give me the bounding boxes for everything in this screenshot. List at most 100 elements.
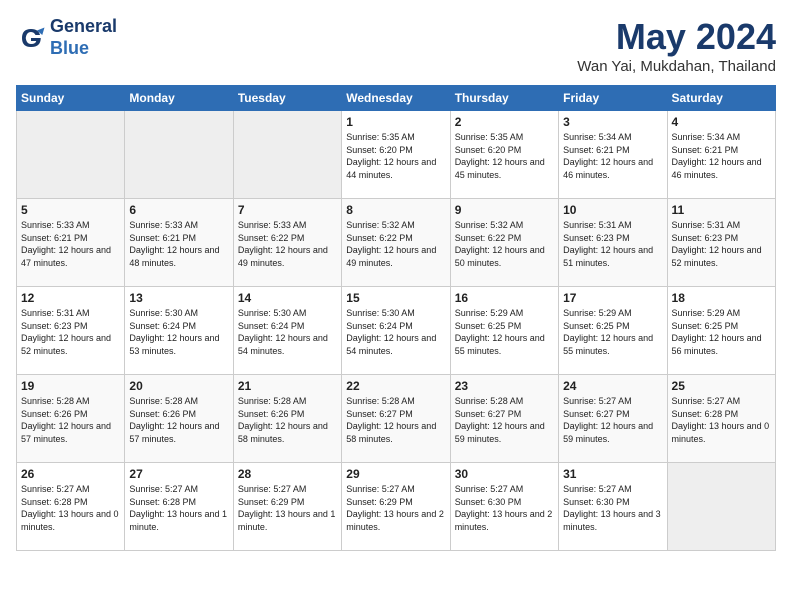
calendar-cell: 26 Sunrise: 5:27 AMSunset: 6:28 PMDayligh… (17, 463, 125, 551)
header-tuesday: Tuesday (233, 86, 341, 111)
cell-details: Sunrise: 5:28 AMSunset: 6:27 PMDaylight:… (346, 395, 445, 445)
cell-details: Sunrise: 5:35 AMSunset: 6:20 PMDaylight:… (346, 131, 445, 181)
cell-details: Sunrise: 5:33 AMSunset: 6:21 PMDaylight:… (21, 219, 120, 269)
calendar-cell (667, 463, 775, 551)
calendar-cell: 24 Sunrise: 5:27 AMSunset: 6:27 PMDayligh… (559, 375, 667, 463)
day-number: 27 (129, 467, 228, 481)
day-number: 2 (455, 115, 554, 129)
logo-line1: General (50, 16, 117, 38)
week-row-1: 5Sunrise: 5:33 AMSunset: 6:21 PMDaylight… (17, 199, 776, 287)
logo-icon (16, 23, 46, 53)
day-number: 18 (672, 291, 771, 305)
day-number: 7 (238, 203, 337, 217)
calendar-cell: 29 Sunrise: 5:27 AMSunset: 6:29 PMDayligh… (342, 463, 450, 551)
cell-details: Sunrise: 5:27 AMSunset: 6:29 PMDaylight:… (238, 483, 337, 533)
calendar-cell: 7 Sunrise: 5:33 AMSunset: 6:22 PMDaylight… (233, 199, 341, 287)
cell-details: Sunrise: 5:27 AMSunset: 6:29 PMDaylight:… (346, 483, 445, 533)
cell-details: Sunrise: 5:31 AMSunset: 6:23 PMDaylight:… (21, 307, 120, 357)
day-number: 21 (238, 379, 337, 393)
day-number: 8 (346, 203, 445, 217)
calendar-cell (17, 111, 125, 199)
day-number: 20 (129, 379, 228, 393)
calendar-cell: 9 Sunrise: 5:32 AMSunset: 6:22 PMDaylight… (450, 199, 558, 287)
title-block: May 2024 Wan Yai, Mukdahan, Thailand (577, 16, 776, 75)
calendar-cell (125, 111, 233, 199)
cell-details: Sunrise: 5:27 AMSunset: 6:27 PMDaylight:… (563, 395, 662, 445)
month-title: May 2024 (577, 16, 776, 58)
day-number: 26 (21, 467, 120, 481)
cell-details: Sunrise: 5:29 AMSunset: 6:25 PMDaylight:… (672, 307, 771, 357)
calendar-cell: 21 Sunrise: 5:28 AMSunset: 6:26 PMDayligh… (233, 375, 341, 463)
day-number: 25 (672, 379, 771, 393)
cell-details: Sunrise: 5:30 AMSunset: 6:24 PMDaylight:… (346, 307, 445, 357)
calendar-cell: 5Sunrise: 5:33 AMSunset: 6:21 PMDaylight… (17, 199, 125, 287)
cell-details: Sunrise: 5:27 AMSunset: 6:28 PMDaylight:… (21, 483, 120, 533)
calendar-header-row: SundayMondayTuesdayWednesdayThursdayFrid… (17, 86, 776, 111)
day-number: 9 (455, 203, 554, 217)
cell-details: Sunrise: 5:30 AMSunset: 6:24 PMDaylight:… (129, 307, 228, 357)
calendar-cell: 16 Sunrise: 5:29 AMSunset: 6:25 PMDayligh… (450, 287, 558, 375)
calendar-cell: 31Sunrise: 5:27 AMSunset: 6:30 PMDayligh… (559, 463, 667, 551)
calendar-cell: 13Sunrise: 5:30 AMSunset: 6:24 PMDayligh… (125, 287, 233, 375)
cell-details: Sunrise: 5:28 AMSunset: 6:26 PMDaylight:… (238, 395, 337, 445)
calendar-cell: 14 Sunrise: 5:30 AMSunset: 6:24 PMDayligh… (233, 287, 341, 375)
calendar-cell: 30Sunrise: 5:27 AMSunset: 6:30 PMDayligh… (450, 463, 558, 551)
day-number: 24 (563, 379, 662, 393)
logo-line2: Blue (50, 38, 117, 60)
week-row-3: 19 Sunrise: 5:28 AMSunset: 6:26 PMDayligh… (17, 375, 776, 463)
calendar-cell (233, 111, 341, 199)
cell-details: Sunrise: 5:33 AMSunset: 6:22 PMDaylight:… (238, 219, 337, 269)
day-number: 17 (563, 291, 662, 305)
day-number: 1 (346, 115, 445, 129)
week-row-4: 26 Sunrise: 5:27 AMSunset: 6:28 PMDayligh… (17, 463, 776, 551)
cell-details: Sunrise: 5:34 AMSunset: 6:21 PMDaylight:… (672, 131, 771, 181)
day-number: 29 (346, 467, 445, 481)
cell-details: Sunrise: 5:32 AMSunset: 6:22 PMDaylight:… (346, 219, 445, 269)
day-number: 6 (129, 203, 228, 217)
day-number: 4 (672, 115, 771, 129)
week-row-0: 1 Sunrise: 5:35 AMSunset: 6:20 PMDaylight… (17, 111, 776, 199)
cell-details: Sunrise: 5:34 AMSunset: 6:21 PMDaylight:… (563, 131, 662, 181)
cell-details: Sunrise: 5:28 AMSunset: 6:26 PMDaylight:… (129, 395, 228, 445)
calendar-cell: 8 Sunrise: 5:32 AMSunset: 6:22 PMDaylight… (342, 199, 450, 287)
calendar-table: SundayMondayTuesdayWednesdayThursdayFrid… (16, 85, 776, 551)
cell-details: Sunrise: 5:30 AMSunset: 6:24 PMDaylight:… (238, 307, 337, 357)
day-number: 28 (238, 467, 337, 481)
calendar-cell: 23 Sunrise: 5:28 AMSunset: 6:27 PMDayligh… (450, 375, 558, 463)
cell-details: Sunrise: 5:35 AMSunset: 6:20 PMDaylight:… (455, 131, 554, 181)
cell-details: Sunrise: 5:28 AMSunset: 6:26 PMDaylight:… (21, 395, 120, 445)
header-monday: Monday (125, 86, 233, 111)
cell-details: Sunrise: 5:29 AMSunset: 6:25 PMDaylight:… (563, 307, 662, 357)
cell-details: Sunrise: 5:29 AMSunset: 6:25 PMDaylight:… (455, 307, 554, 357)
calendar-cell: 1 Sunrise: 5:35 AMSunset: 6:20 PMDaylight… (342, 111, 450, 199)
day-number: 23 (455, 379, 554, 393)
cell-details: Sunrise: 5:33 AMSunset: 6:21 PMDaylight:… (129, 219, 228, 269)
cell-details: Sunrise: 5:28 AMSunset: 6:27 PMDaylight:… (455, 395, 554, 445)
calendar-cell: 2 Sunrise: 5:35 AMSunset: 6:20 PMDaylight… (450, 111, 558, 199)
cell-details: Sunrise: 5:32 AMSunset: 6:22 PMDaylight:… (455, 219, 554, 269)
cell-details: Sunrise: 5:31 AMSunset: 6:23 PMDaylight:… (563, 219, 662, 269)
header-friday: Friday (559, 86, 667, 111)
day-number: 15 (346, 291, 445, 305)
header-saturday: Saturday (667, 86, 775, 111)
calendar-cell: 12 Sunrise: 5:31 AMSunset: 6:23 PMDayligh… (17, 287, 125, 375)
day-number: 16 (455, 291, 554, 305)
calendar-cell: 15 Sunrise: 5:30 AMSunset: 6:24 PMDayligh… (342, 287, 450, 375)
calendar-cell: 17 Sunrise: 5:29 AMSunset: 6:25 PMDayligh… (559, 287, 667, 375)
calendar-cell: 19 Sunrise: 5:28 AMSunset: 6:26 PMDayligh… (17, 375, 125, 463)
calendar-cell: 6 Sunrise: 5:33 AMSunset: 6:21 PMDaylight… (125, 199, 233, 287)
calendar-cell: 22Sunrise: 5:28 AMSunset: 6:27 PMDayligh… (342, 375, 450, 463)
week-row-2: 12 Sunrise: 5:31 AMSunset: 6:23 PMDayligh… (17, 287, 776, 375)
header-wednesday: Wednesday (342, 86, 450, 111)
day-number: 14 (238, 291, 337, 305)
day-number: 30 (455, 467, 554, 481)
calendar-cell: 18 Sunrise: 5:29 AMSunset: 6:25 PMDayligh… (667, 287, 775, 375)
day-number: 11 (672, 203, 771, 217)
header-sunday: Sunday (17, 86, 125, 111)
logo-text: General Blue (50, 16, 117, 59)
day-number: 19 (21, 379, 120, 393)
cell-details: Sunrise: 5:31 AMSunset: 6:23 PMDaylight:… (672, 219, 771, 269)
day-number: 12 (21, 291, 120, 305)
day-number: 10 (563, 203, 662, 217)
page-header: General Blue May 2024 Wan Yai, Mukdahan,… (16, 16, 776, 75)
